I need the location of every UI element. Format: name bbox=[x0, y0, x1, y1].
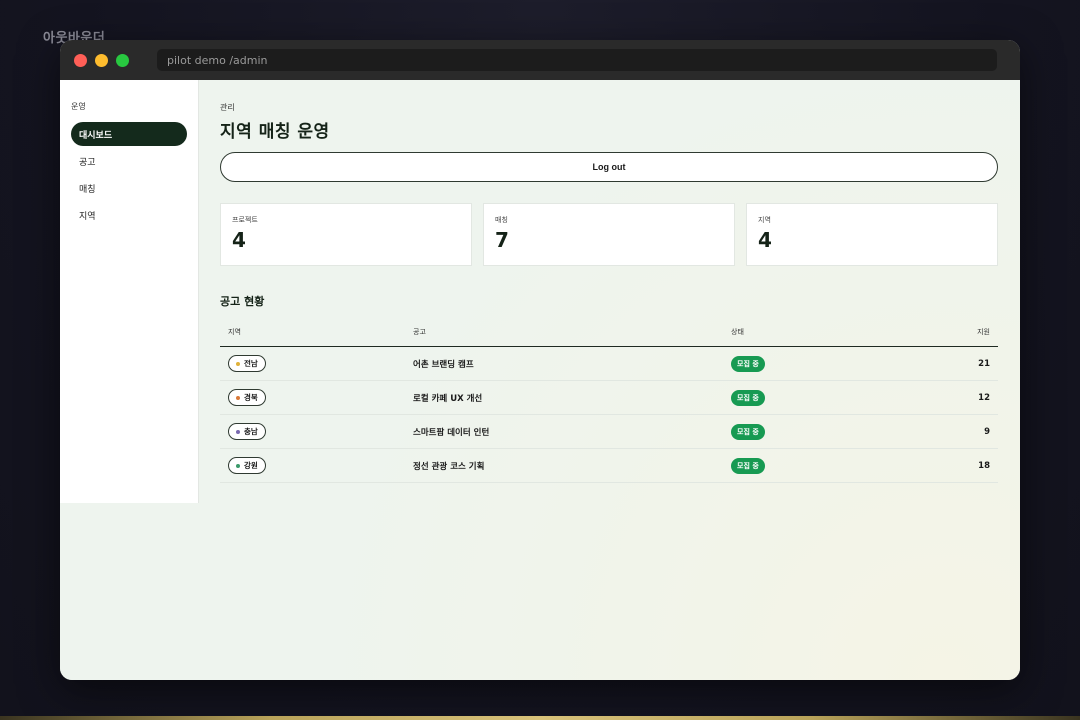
stat-label: 프로젝트 bbox=[232, 216, 258, 224]
stat-label: 지역 bbox=[758, 216, 771, 224]
logout-button[interactable]: Log out bbox=[220, 152, 998, 182]
status-cell: 모집 중 bbox=[723, 346, 897, 381]
applicant-count: 9 bbox=[896, 414, 998, 449]
column-header-posting: 공고 bbox=[405, 327, 723, 347]
sidebar-item-postings[interactable]: 공고 bbox=[71, 149, 187, 173]
region-cell: 강원 bbox=[220, 448, 405, 483]
sidebar-item-label: 매칭 bbox=[79, 184, 96, 195]
region-cell: 충남 bbox=[220, 414, 405, 449]
region-cell: 전남 bbox=[220, 346, 405, 381]
region-dot-icon bbox=[236, 429, 240, 434]
posting-title[interactable]: 어촌 브랜딩 캠프 bbox=[405, 346, 723, 381]
column-header-region: 지역 bbox=[220, 327, 405, 347]
sidebar: 운영 대시보드 공고 매칭 지역 bbox=[60, 80, 199, 503]
table-header-row: 지역 공고 상태 지원 bbox=[220, 327, 998, 347]
status-badge: 모집 중 bbox=[731, 355, 765, 372]
region-label: 충남 bbox=[244, 427, 258, 436]
region-badge: 전남 bbox=[228, 355, 266, 372]
region-label: 경북 bbox=[244, 393, 258, 402]
sidebar-item-label: 대시보드 bbox=[79, 130, 113, 141]
applicant-count: 12 bbox=[896, 380, 998, 415]
region-badge: 충남 bbox=[228, 423, 266, 440]
table-row[interactable]: 충남 스마트팜 데이터 인턴 모집 중 9 bbox=[220, 414, 998, 449]
status-badge: 모집 중 bbox=[731, 423, 765, 440]
region-dot-icon bbox=[236, 361, 240, 366]
page-title: 지역 매칭 운영 bbox=[220, 122, 330, 142]
applicant-count: 21 bbox=[896, 346, 998, 381]
region-dot-icon bbox=[236, 395, 240, 400]
stats-row: 프로젝트 4 매칭 7 지역 4 bbox=[220, 203, 998, 266]
stat-card-matches: 매칭 7 bbox=[483, 203, 735, 266]
sidebar-item-label: 지역 bbox=[79, 211, 96, 222]
stat-label: 매칭 bbox=[495, 216, 508, 224]
sidebar-item-label: 공고 bbox=[79, 157, 96, 168]
browser-window: pilot demo /admin 운영 대시보드 공고 매칭 지역 관리 지역… bbox=[60, 40, 1020, 680]
sidebar-heading: 운영 bbox=[71, 102, 86, 111]
stat-value: 4 bbox=[232, 228, 246, 252]
stat-value: 4 bbox=[758, 228, 772, 252]
column-header-applicants: 지원 bbox=[896, 327, 998, 347]
status-cell: 모집 중 bbox=[723, 448, 897, 483]
region-label: 전남 bbox=[244, 359, 258, 368]
posting-title[interactable]: 로컬 카페 UX 개선 bbox=[405, 380, 723, 415]
applicant-count: 18 bbox=[896, 448, 998, 483]
sidebar-item-matching[interactable]: 매칭 bbox=[71, 176, 187, 200]
status-badge: 모집 중 bbox=[731, 389, 765, 406]
status-cell: 모집 중 bbox=[723, 414, 897, 449]
close-window-button[interactable] bbox=[74, 53, 87, 67]
main-content: 관리 지역 매칭 운영 Log out 프로젝트 4 매칭 7 지역 4 공고 … bbox=[220, 102, 998, 483]
sidebar-item-dashboard[interactable]: 대시보드 bbox=[71, 122, 187, 146]
column-header-status: 상태 bbox=[723, 327, 897, 347]
title-bar: pilot demo /admin bbox=[60, 40, 1020, 80]
stat-card-regions: 지역 4 bbox=[746, 203, 998, 266]
maximize-window-button[interactable] bbox=[116, 53, 129, 67]
minimize-window-button[interactable] bbox=[95, 53, 108, 67]
region-label: 강원 bbox=[244, 461, 258, 470]
desktop: 아웃바운더 pilot demo /admin 운영 대시보드 공고 매칭 지역… bbox=[0, 0, 1080, 720]
region-badge: 경북 bbox=[228, 389, 266, 406]
table-row[interactable]: 강원 정선 관광 코스 기획 모집 중 18 bbox=[220, 448, 998, 483]
postings-table: 지역 공고 상태 지원 전남 어촌 브랜딩 캠프 모집 중 21 경북 로컬 카… bbox=[220, 327, 998, 483]
region-cell: 경북 bbox=[220, 380, 405, 415]
posting-title[interactable]: 스마트팜 데이터 인턴 bbox=[405, 414, 723, 449]
stat-value: 7 bbox=[495, 228, 509, 252]
table-row[interactable]: 경북 로컬 카페 UX 개선 모집 중 12 bbox=[220, 380, 998, 415]
region-dot-icon bbox=[236, 463, 240, 468]
page-eyebrow: 관리 bbox=[220, 103, 235, 112]
section-title: 공고 현황 bbox=[220, 295, 265, 308]
stat-card-projects: 프로젝트 4 bbox=[220, 203, 472, 266]
sidebar-item-regions[interactable]: 지역 bbox=[71, 203, 187, 227]
status-cell: 모집 중 bbox=[723, 380, 897, 415]
region-badge: 강원 bbox=[228, 457, 266, 474]
posting-title[interactable]: 정선 관광 코스 기획 bbox=[405, 448, 723, 483]
status-badge: 모집 중 bbox=[731, 457, 765, 474]
app-body: 운영 대시보드 공고 매칭 지역 관리 지역 매칭 운영 Log out 프로젝… bbox=[60, 80, 1020, 680]
table-row[interactable]: 전남 어촌 브랜딩 캠프 모집 중 21 bbox=[220, 346, 998, 381]
address-bar[interactable]: pilot demo /admin bbox=[157, 49, 997, 71]
bottom-glow-bar bbox=[0, 716, 1080, 720]
